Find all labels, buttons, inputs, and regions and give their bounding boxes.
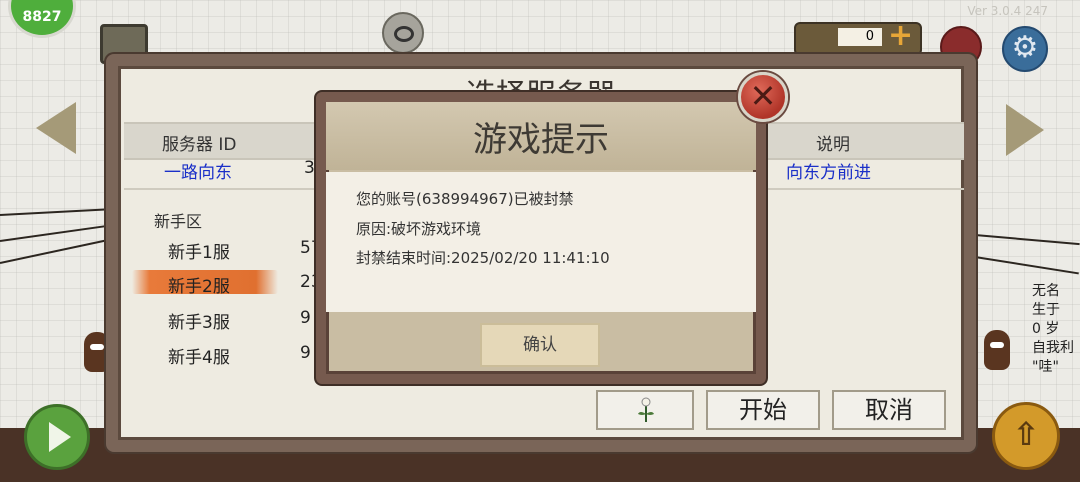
version-label: Ver 3.0.4 247 xyxy=(967,4,1048,18)
zone-label: 新手区 xyxy=(154,212,203,231)
col-server-id: 服务器 ID xyxy=(162,135,237,155)
player-badge[interactable]: 8827 xyxy=(8,0,76,38)
upgrade-button[interactable]: ⇧ xyxy=(992,402,1060,470)
ban-notice-dialog: 游戏提示 您的账号(638994967)已被封禁 原因:破坏游戏环境 封禁结束时… xyxy=(316,92,766,384)
wire xyxy=(974,256,1079,275)
character-sprite xyxy=(984,330,1010,370)
dialog-body: 您的账号(638994967)已被封禁 原因:破坏游戏环境 封禁结束时间:202… xyxy=(326,172,756,312)
ban-reason-line: 原因:破坏游戏环境 xyxy=(356,220,482,238)
character-info: 无名 生于 0 岁 自我利 "哇" xyxy=(1032,283,1074,375)
server-value: 9 xyxy=(300,308,311,328)
prev-arrow-icon[interactable] xyxy=(36,102,76,154)
close-icon[interactable]: ✕ xyxy=(738,72,788,122)
start-button[interactable]: 开始 xyxy=(706,390,820,430)
featured-server-name[interactable]: 一路向东 xyxy=(164,158,232,183)
server-item[interactable]: 新手1服 xyxy=(168,238,230,263)
eye-icon[interactable] xyxy=(382,12,424,54)
ban-account-line: 您的账号(638994967)已被封禁 xyxy=(356,190,574,208)
next-arrow-icon[interactable] xyxy=(1006,104,1044,156)
wire xyxy=(0,208,110,216)
cancel-button[interactable]: 取消 xyxy=(832,390,946,430)
ban-end-time-line: 封禁结束时间:2025/02/20 11:41:10 xyxy=(356,249,610,267)
server-item[interactable]: 新手2服 xyxy=(168,272,230,297)
currency-count: 0 xyxy=(838,28,882,46)
server-value: 9 xyxy=(300,343,311,363)
wire xyxy=(0,224,110,242)
gear-icon[interactable]: ⚙ xyxy=(1002,26,1048,72)
flower-button[interactable] xyxy=(596,390,694,430)
add-currency-button[interactable]: + xyxy=(888,21,913,51)
wire xyxy=(974,234,1080,246)
wire xyxy=(0,239,108,264)
col-description: 说明 xyxy=(816,135,850,155)
server-item[interactable]: 新手4服 xyxy=(168,343,230,368)
confirm-button[interactable]: 确认 xyxy=(480,323,600,367)
featured-server-desc: 向东方前进 xyxy=(786,163,871,183)
flower-icon xyxy=(638,397,654,422)
play-button[interactable] xyxy=(24,404,90,470)
featured-server-value: 3 xyxy=(304,158,315,178)
server-item[interactable]: 新手3服 xyxy=(168,308,230,333)
dialog-title: 游戏提示 xyxy=(473,120,609,160)
